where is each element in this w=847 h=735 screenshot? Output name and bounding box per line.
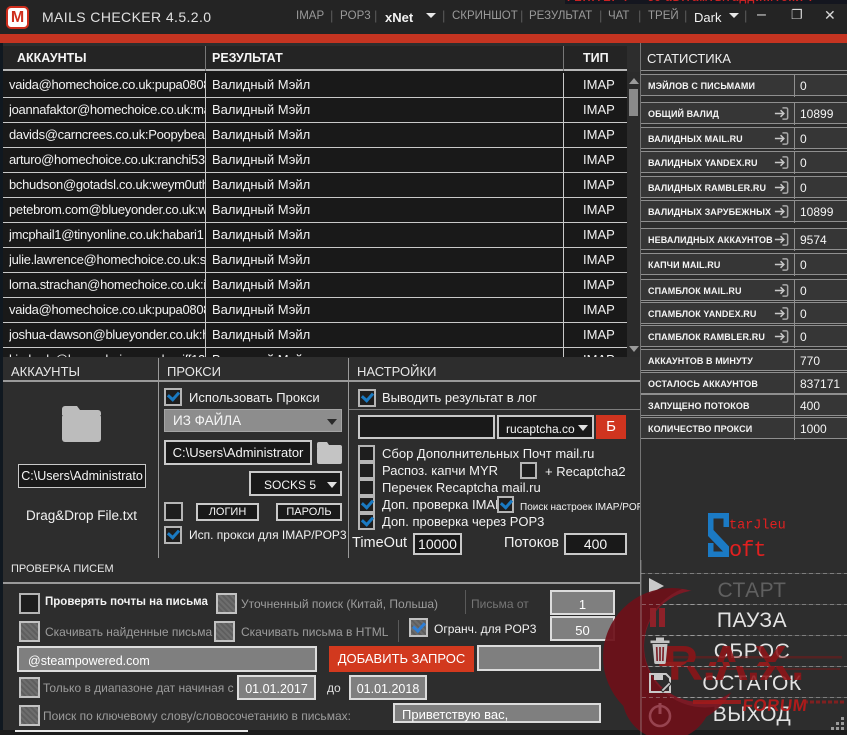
svg-text:tarJleu: tarJleu bbox=[729, 519, 786, 534]
svg-text:oft: oft bbox=[729, 538, 766, 563]
